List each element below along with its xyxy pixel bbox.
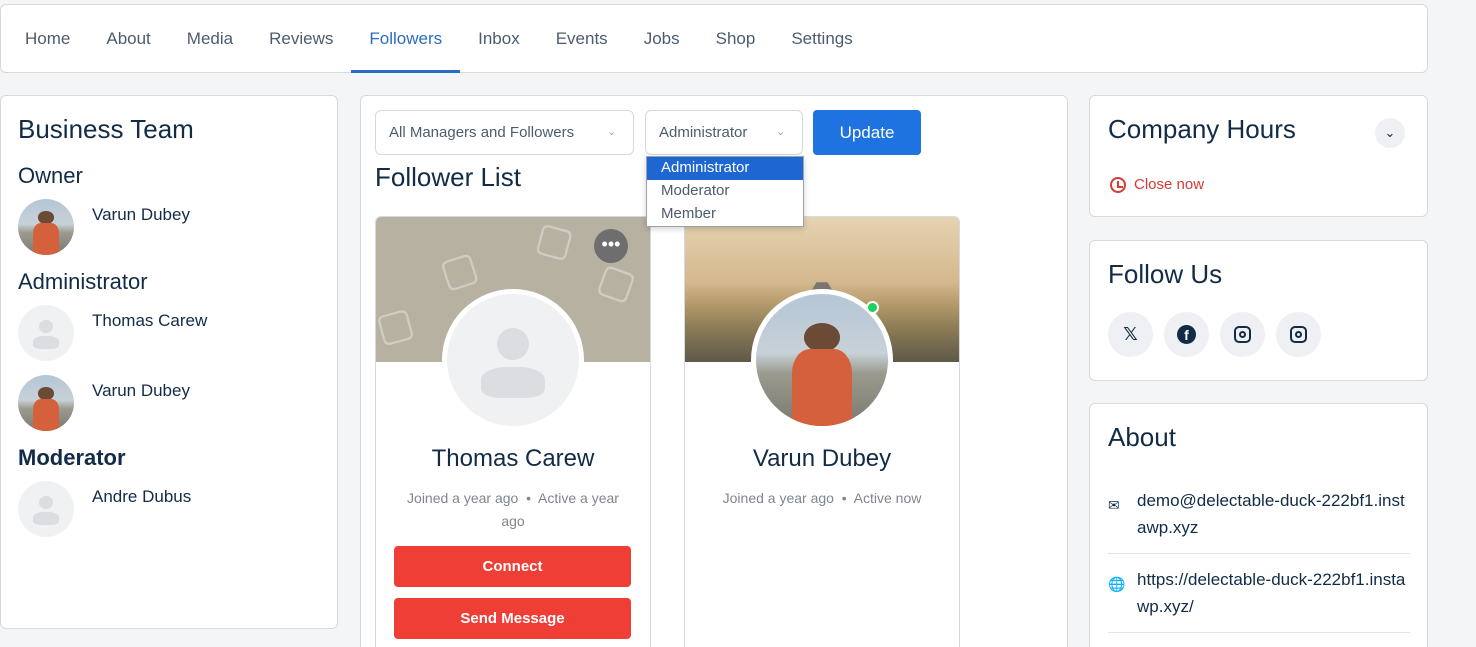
about-info-list: ✉ demo@delectable-duck-222bf1.instawp.xy… bbox=[1108, 475, 1410, 633]
nav-events[interactable]: Events bbox=[538, 5, 626, 72]
scope-select-value: All Managers and Followers bbox=[389, 124, 575, 141]
role-option-moderator[interactable]: Moderator bbox=[647, 180, 803, 203]
top-navigation: Home About Media Reviews Followers Inbox… bbox=[0, 4, 1428, 73]
role-option-administrator[interactable]: Administrator bbox=[647, 157, 803, 180]
email-link[interactable]: demo@delectable-duck-222bf1.instawp.xyz bbox=[1137, 487, 1410, 541]
role-option-member[interactable]: Member bbox=[647, 203, 803, 226]
follower-meta: Joined a year ago • Active a year ago bbox=[407, 490, 619, 529]
more-options-icon[interactable]: ••• bbox=[594, 229, 628, 263]
role-dropdown-list: Administrator Moderator Member bbox=[646, 156, 804, 227]
nav-about[interactable]: About bbox=[88, 5, 168, 72]
send-message-button[interactable]: Send Message bbox=[394, 598, 631, 639]
image-placeholder-icon: ▢ bbox=[434, 243, 484, 297]
team-member-moderator[interactable]: Andre Dubus bbox=[18, 481, 320, 537]
team-member-admin[interactable]: Thomas Carew bbox=[18, 305, 320, 361]
instagram-icon[interactable] bbox=[1220, 312, 1265, 357]
connect-button[interactable]: Connect bbox=[394, 546, 631, 587]
image-placeholder-icon: ▢ bbox=[375, 298, 419, 352]
followers-panel: All Managers and Followers ⌄ Administrat… bbox=[360, 95, 1068, 647]
follower-meta: Joined a year ago • Active now bbox=[722, 490, 922, 506]
nav-home[interactable]: Home bbox=[7, 5, 88, 72]
nav-settings[interactable]: Settings bbox=[773, 5, 870, 72]
update-button[interactable]: Update bbox=[813, 110, 921, 155]
about-website-row: 🌐 https://delectable-duck-222bf1.instawp… bbox=[1108, 554, 1410, 633]
about-email-row: ✉ demo@delectable-duck-222bf1.instawp.xy… bbox=[1108, 475, 1410, 554]
member-name[interactable]: Varun Dubey bbox=[92, 381, 190, 401]
follower-avatar-placeholder[interactable] bbox=[442, 289, 584, 431]
hours-status-text: Close now bbox=[1134, 176, 1205, 193]
active-text: Active now bbox=[853, 490, 922, 506]
nav-jobs[interactable]: Jobs bbox=[626, 5, 698, 72]
about-panel: About ✉ demo@delectable-duck-222bf1.inst… bbox=[1089, 403, 1428, 647]
joined-text: Joined a year ago bbox=[722, 490, 834, 506]
hours-status: Close now bbox=[1110, 176, 1204, 193]
nav-followers[interactable]: Followers bbox=[351, 5, 460, 73]
owner-heading: Owner bbox=[18, 163, 83, 188]
about-title: About bbox=[1108, 422, 1176, 452]
business-team-title: Business Team bbox=[18, 114, 194, 144]
team-member-admin[interactable]: Varun Dubey bbox=[18, 375, 320, 431]
chevron-down-icon[interactable]: ⌄ bbox=[1375, 118, 1405, 148]
follower-list-title: Follower List bbox=[375, 162, 521, 192]
avatar[interactable] bbox=[18, 375, 74, 431]
company-hours-title: Company Hours bbox=[1108, 114, 1296, 144]
chevron-down-icon: ⌄ bbox=[607, 126, 617, 138]
nav-inbox[interactable]: Inbox bbox=[460, 5, 538, 72]
follow-us-panel: Follow Us 𝕏 f bbox=[1089, 240, 1428, 381]
website-link[interactable]: https://delectable-duck-222bf1.instawp.x… bbox=[1137, 566, 1410, 620]
social-links: 𝕏 f bbox=[1108, 312, 1409, 357]
nav-media[interactable]: Media bbox=[169, 5, 251, 72]
member-name[interactable]: Andre Dubus bbox=[92, 487, 191, 507]
avatar-placeholder[interactable] bbox=[18, 481, 74, 537]
x-icon[interactable]: 𝕏 bbox=[1108, 312, 1153, 357]
role-select[interactable]: Administrator ⌄ bbox=[645, 110, 803, 155]
image-placeholder-icon: ▢ bbox=[530, 216, 579, 267]
member-name[interactable]: Thomas Carew bbox=[92, 311, 207, 331]
envelope-icon: ✉ bbox=[1108, 497, 1120, 513]
facebook-icon[interactable]: f bbox=[1164, 312, 1209, 357]
active-text: Active a year ago bbox=[501, 490, 619, 529]
globe-icon: 🌐 bbox=[1108, 576, 1126, 592]
nav-shop[interactable]: Shop bbox=[698, 5, 774, 72]
follow-us-title: Follow Us bbox=[1108, 259, 1223, 289]
scope-select[interactable]: All Managers and Followers ⌄ bbox=[375, 110, 634, 155]
instagram-icon[interactable] bbox=[1276, 312, 1321, 357]
role-select-value: Administrator bbox=[659, 124, 748, 141]
follower-name[interactable]: Thomas Carew bbox=[376, 445, 650, 473]
avatar[interactable] bbox=[18, 199, 74, 255]
chevron-down-icon: ⌄ bbox=[776, 126, 786, 138]
clock-icon bbox=[1110, 176, 1126, 193]
follower-card: ▢ ▢ ▢ ▢ ••• Thomas Carew Joined a year a… bbox=[375, 216, 651, 647]
follower-card: Varun Dubey Joined a year ago • Active n… bbox=[684, 216, 960, 647]
nav-reviews[interactable]: Reviews bbox=[251, 5, 351, 72]
moderator-heading: Moderator bbox=[18, 445, 126, 470]
online-indicator bbox=[866, 301, 879, 314]
image-placeholder-icon: ▢ bbox=[591, 254, 643, 310]
member-name[interactable]: Varun Dubey bbox=[92, 205, 190, 225]
joined-text: Joined a year ago bbox=[407, 490, 519, 506]
team-member-owner[interactable]: Varun Dubey bbox=[18, 199, 320, 255]
company-hours-panel: Company Hours ⌄ Close now bbox=[1089, 95, 1428, 217]
avatar-placeholder[interactable] bbox=[18, 305, 74, 361]
business-team-panel: Business Team Owner Varun Dubey Administ… bbox=[0, 95, 338, 629]
follower-name[interactable]: Varun Dubey bbox=[685, 445, 959, 473]
administrator-heading: Administrator bbox=[18, 269, 148, 294]
